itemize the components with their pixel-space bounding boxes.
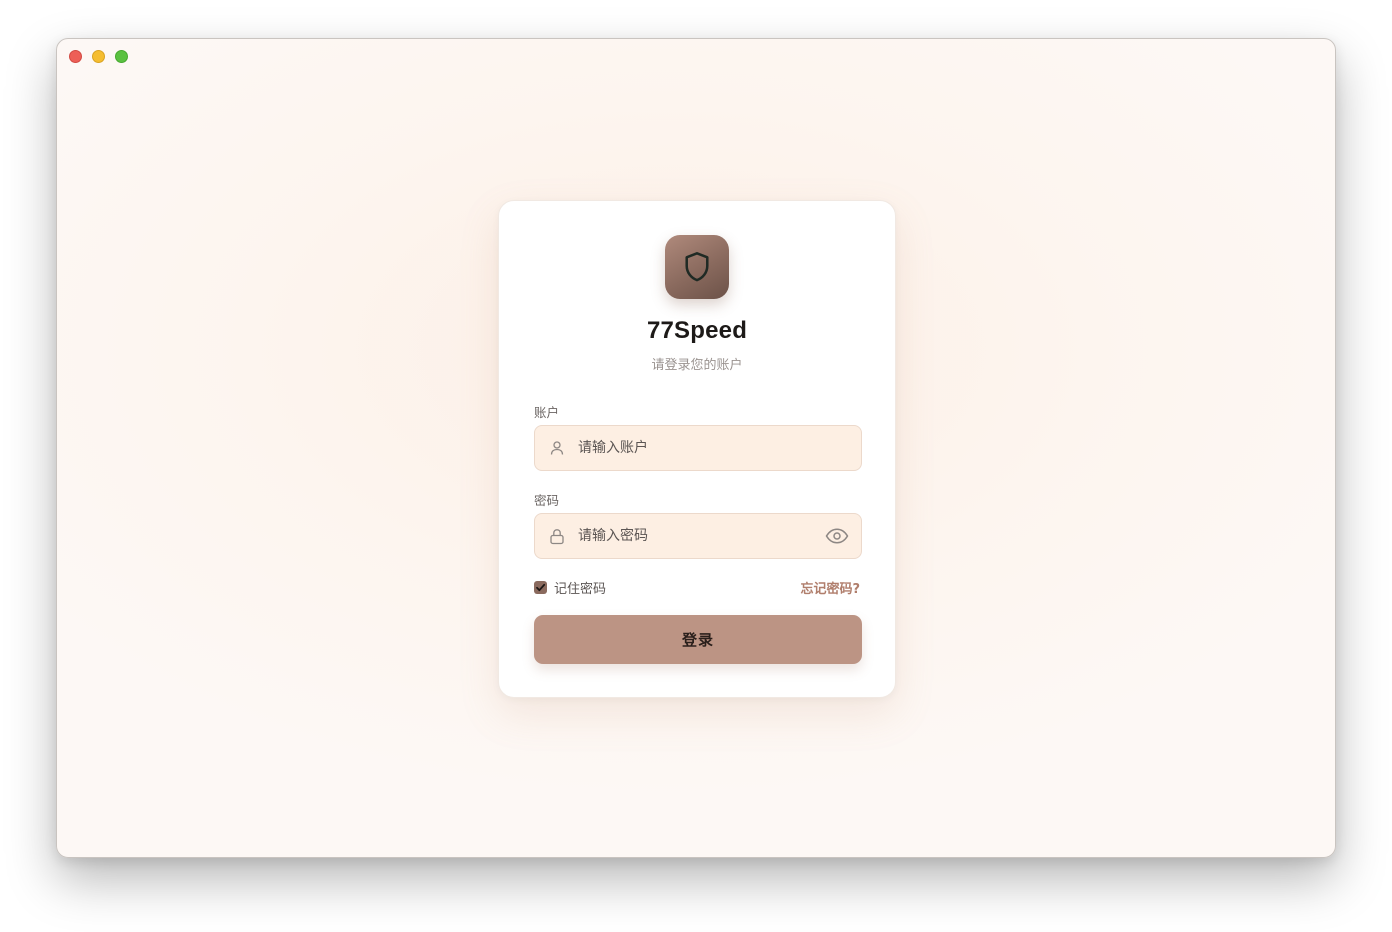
login-button[interactable]: 登录 [534, 615, 862, 664]
account-label: 账户 [534, 405, 560, 420]
forgot-password-link[interactable]: 忘记密码? [800, 578, 860, 597]
account-input[interactable] [576, 425, 861, 471]
shield-icon [685, 252, 709, 282]
password-field[interactable] [534, 513, 862, 559]
remember-password[interactable]: 记住密码 [534, 578, 606, 597]
app-logo [665, 235, 729, 299]
lock-icon [548, 527, 566, 545]
remember-label: 记住密码 [554, 582, 607, 597]
password-label: 密码 [534, 493, 560, 508]
window-controls [69, 50, 128, 63]
eye-icon[interactable] [825, 524, 849, 548]
checkmark-icon [536, 583, 546, 592]
remember-checkbox[interactable] [534, 581, 547, 594]
password-input[interactable] [576, 513, 825, 559]
app-title: 77Speed [646, 317, 748, 344]
account-field[interactable] [534, 425, 862, 471]
user-icon [548, 439, 566, 457]
minimize-window-button[interactable] [92, 50, 105, 63]
maximize-window-button[interactable] [115, 50, 128, 63]
login-card: 77Speed 请登录您的账户 账户 密码 [498, 200, 896, 698]
app-window: 77Speed 请登录您的账户 账户 密码 [56, 38, 1336, 858]
close-window-button[interactable] [69, 50, 82, 63]
login-subtitle: 请登录您的账户 [651, 358, 743, 373]
